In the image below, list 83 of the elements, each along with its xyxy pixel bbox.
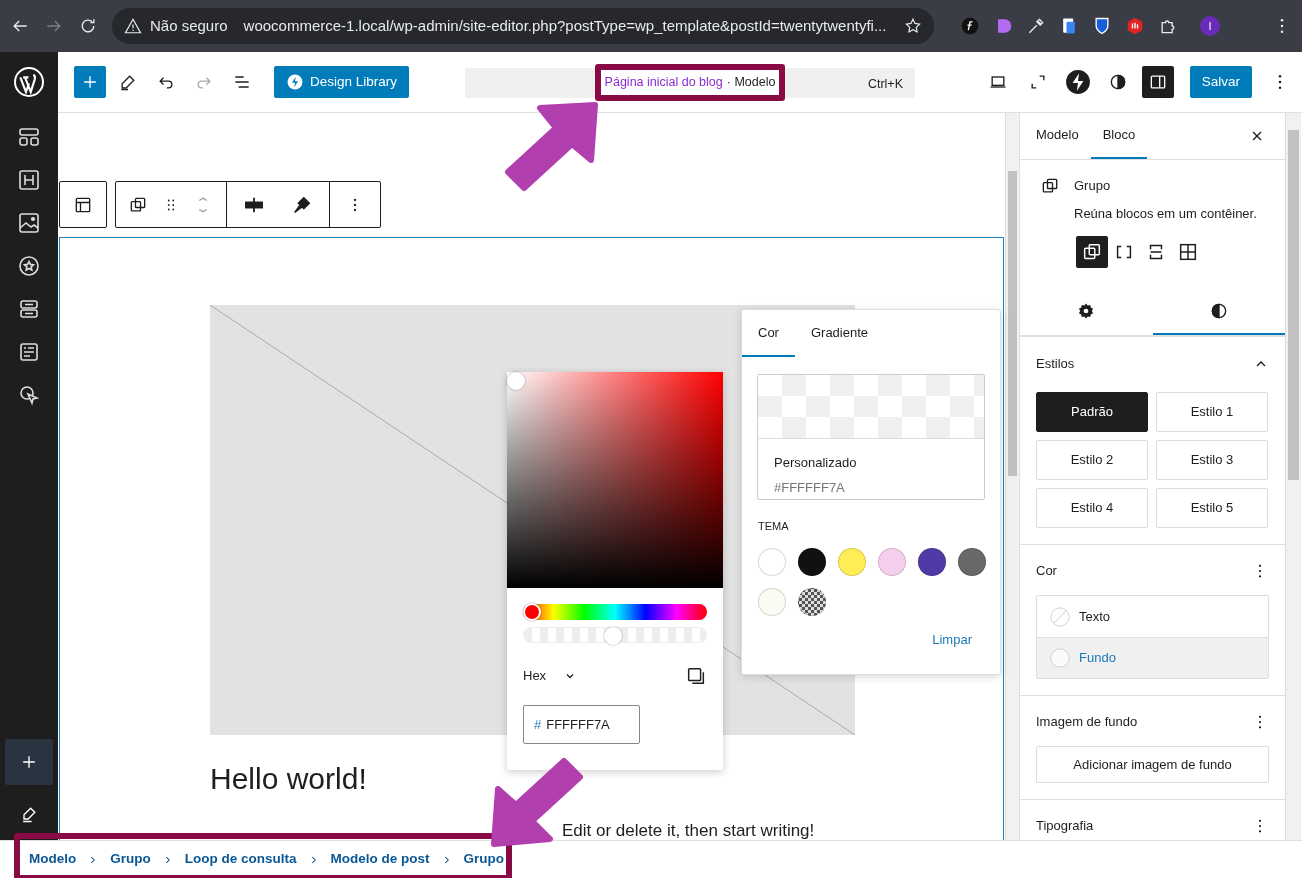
style-option[interactable]: Estilo 2 bbox=[1036, 440, 1148, 480]
post-excerpt: Edit or delete it, then start writing! bbox=[562, 820, 816, 840]
warning-icon bbox=[124, 17, 142, 35]
font-extension-icon[interactable] bbox=[960, 16, 980, 36]
hex-value: FFFFFF7A bbox=[546, 715, 610, 734]
sidebar-toggle-button[interactable] bbox=[1141, 66, 1174, 98]
save-button[interactable]: Salvar bbox=[1189, 66, 1252, 98]
cursor-click-icon[interactable] bbox=[17, 383, 41, 407]
color-swatch-icon bbox=[1049, 647, 1071, 669]
heading-icon[interactable] bbox=[17, 168, 41, 192]
panel-title[interactable]: Estilos bbox=[1036, 353, 1075, 374]
scrollbar[interactable] bbox=[1285, 113, 1301, 840]
block-name: Grupo bbox=[1074, 177, 1112, 195]
pencil-icon bbox=[118, 72, 138, 92]
color-swatch[interactable] bbox=[878, 547, 906, 576]
panel-title: Imagem de fundo bbox=[1036, 712, 1138, 731]
style-option[interactable]: Estilo 1 bbox=[1156, 392, 1268, 432]
add-block-button[interactable] bbox=[74, 66, 106, 98]
color-setting-item[interactable]: Fundo bbox=[1037, 637, 1268, 678]
color-swatch[interactable] bbox=[758, 547, 786, 576]
custom-color-value: #FFFFFF7A bbox=[774, 478, 846, 497]
format-select[interactable]: Hex bbox=[523, 666, 577, 686]
bolt-circle-icon bbox=[286, 73, 304, 91]
hex-input-field[interactable]: # FFFFFF7A bbox=[523, 705, 640, 744]
panel-title: Cor bbox=[1036, 561, 1057, 580]
url-text[interactable]: woocommerce-1.local/wp-admin/site-editor.php?postType=wp_template&postId=twentytwentyfi... bbox=[243, 14, 887, 38]
shortcut-label: Ctrl+K bbox=[867, 76, 903, 93]
profile-avatar[interactable]: I bbox=[1200, 16, 1220, 36]
breadcrumb-link[interactable]: Modelo bbox=[29, 849, 77, 870]
color-swatch[interactable] bbox=[798, 587, 826, 616]
color-tab[interactable]: Gradiente bbox=[794, 310, 885, 357]
color-swatch[interactable] bbox=[798, 547, 826, 576]
star-icon[interactable] bbox=[904, 17, 922, 35]
template-type: · Modelo bbox=[726, 74, 776, 92]
slider-thumb[interactable] bbox=[603, 627, 622, 645]
color-picker[interactable]: Hex # FFFFFF7A bbox=[507, 372, 723, 770]
hash-prefix: # bbox=[534, 715, 542, 734]
saturation-field[interactable] bbox=[507, 372, 723, 588]
add-background-image-button[interactable]: Adicionar imagem de fundo bbox=[1036, 746, 1269, 783]
group-icon bbox=[1040, 176, 1060, 196]
design-library-button[interactable]: Design Library bbox=[274, 66, 410, 98]
alpha-slider[interactable] bbox=[523, 627, 707, 643]
template-title[interactable]: Página inicial do blog bbox=[604, 73, 723, 92]
address-bar[interactable]: Não seguro woocommerce-1.local/wp-admin/site-editor.php?postType=wp_template&postId=twentytwentyfi... bbox=[112, 8, 934, 44]
style-option[interactable]: Estilo 3 bbox=[1156, 440, 1268, 480]
clear-link[interactable]: Limpar bbox=[932, 629, 972, 649]
variation-button[interactable] bbox=[1076, 236, 1108, 268]
wordpress-logo-icon[interactable] bbox=[13, 66, 45, 98]
sidebar-tab[interactable]: Bloco bbox=[1090, 113, 1148, 159]
breadcrumb-link[interactable]: Modelo de post bbox=[330, 849, 430, 870]
color-swatch[interactable] bbox=[758, 587, 786, 616]
color-swatch[interactable] bbox=[958, 547, 986, 576]
security-label[interactable]: Não seguro bbox=[150, 14, 228, 38]
style-option[interactable]: Estilo 4 bbox=[1036, 488, 1148, 528]
copy-icon[interactable] bbox=[685, 665, 707, 687]
color-swatch[interactable] bbox=[838, 547, 866, 576]
eyedropper-icon[interactable] bbox=[1026, 16, 1046, 36]
sidebar-tab[interactable]: Modelo bbox=[1024, 113, 1091, 159]
post-title: Hello world! bbox=[210, 761, 368, 797]
card-list-icon[interactable] bbox=[17, 340, 41, 364]
breadcrumb-link[interactable]: Grupo bbox=[463, 849, 504, 870]
star-circle-icon[interactable] bbox=[17, 254, 41, 278]
style-option[interactable]: Padrão bbox=[1036, 392, 1148, 432]
hand-stop-icon[interactable] bbox=[1125, 16, 1145, 36]
color-swatch[interactable] bbox=[918, 547, 946, 576]
hue-slider[interactable] bbox=[523, 604, 707, 620]
bolt-circle-icon bbox=[1064, 69, 1091, 95]
panel-title: Tipografia bbox=[1036, 816, 1094, 835]
scrollbar[interactable] bbox=[1005, 113, 1019, 840]
block-description: Reúna blocos em um contêiner. bbox=[1074, 204, 1257, 223]
section-label: TEMA bbox=[758, 519, 790, 534]
slider-thumb[interactable] bbox=[523, 603, 541, 621]
custom-color-card[interactable]: Personalizado #FFFFFF7A bbox=[757, 374, 985, 500]
style-option[interactable]: Estilo 5 bbox=[1156, 488, 1268, 528]
stack-icon[interactable] bbox=[17, 297, 41, 321]
grid-icon bbox=[1177, 241, 1199, 263]
breadcrumb-link[interactable]: Loop de consulta bbox=[184, 849, 297, 870]
custom-color-label: Personalizado bbox=[774, 454, 858, 472]
patterns-icon[interactable] bbox=[17, 125, 41, 149]
no-color-icon bbox=[1049, 605, 1071, 628]
breadcrumb-link[interactable]: Grupo bbox=[110, 849, 151, 870]
image-icon[interactable] bbox=[17, 211, 41, 235]
color-tab[interactable]: Cor bbox=[742, 310, 795, 357]
